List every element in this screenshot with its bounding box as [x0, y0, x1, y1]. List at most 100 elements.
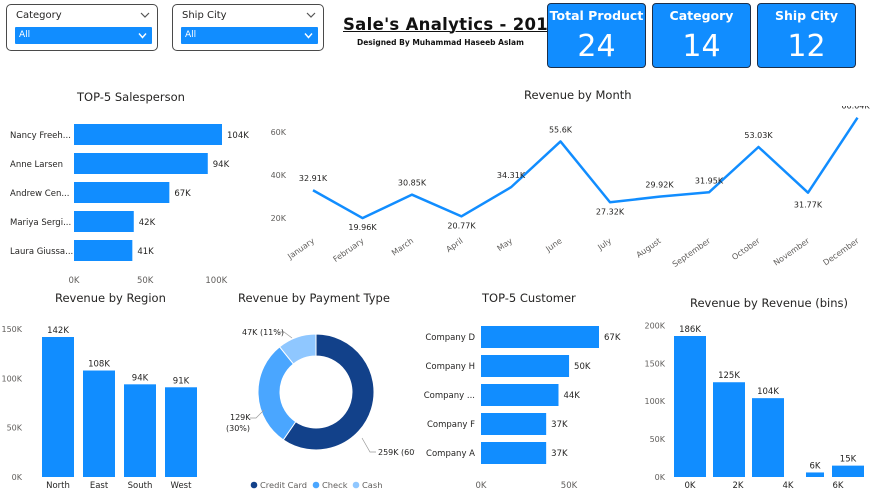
- axis-category-label: 4K: [783, 481, 794, 491]
- axis-category-label: 2K: [733, 481, 744, 491]
- axis-tick-label: 20K: [271, 214, 287, 223]
- axis-category-label: January: [285, 236, 316, 261]
- customer-chart-title: TOP-5 Customer: [482, 291, 576, 305]
- line-data-label: 55.6K: [549, 125, 573, 134]
- bar-data-label: 94K: [213, 160, 230, 170]
- donut-data-label: 129K (30%): [226, 413, 251, 433]
- bar-data-label: 67K: [174, 189, 191, 199]
- bar: [124, 384, 156, 477]
- customer-bar-chart[interactable]: Company D 67K Company H 50K Company ... 44K Co…: [415, 310, 650, 495]
- line-data-label: 31.95K: [695, 176, 724, 185]
- bar-data-label: 37K: [551, 420, 568, 430]
- axis-category-label: September: [671, 236, 713, 269]
- bar-category-label: Company ...: [424, 391, 475, 401]
- leader-line: [361, 437, 376, 453]
- payment-chart-title: Revenue by Payment Type: [238, 291, 390, 305]
- series-line: [312, 117, 859, 220]
- bins-chart-title: Revenue by Revenue (bins): [690, 296, 848, 310]
- kpi-label: Ship City: [774, 8, 839, 23]
- legend-label: Credit Card: [260, 480, 307, 490]
- axis-category-label: 0K: [685, 481, 696, 491]
- chevron-down-icon: [138, 33, 147, 39]
- bar-category-label: Andrew Cen...: [10, 189, 69, 199]
- category-slicer[interactable]: Category All: [6, 4, 158, 51]
- bar-data-label: 41K: [137, 247, 154, 257]
- bar-data-label: 104K: [227, 131, 249, 141]
- bar-data-label: 108K: [88, 360, 110, 370]
- axis-category-label: December: [822, 236, 862, 268]
- bar-category-label: Laura Giussa...: [10, 247, 73, 257]
- category-slicer-label: Category: [16, 10, 62, 21]
- payment-donut-chart[interactable]: 259K (60%) 129K(30%) 47K (11%) Credit Card C…: [210, 310, 415, 495]
- kpi-value: 12: [787, 29, 826, 64]
- bar: [713, 382, 745, 477]
- axis-category-label: June: [543, 236, 563, 254]
- axis-category-label: May: [495, 236, 514, 253]
- ship-city-slicer[interactable]: Ship City All: [172, 4, 324, 51]
- axis-tick-label: 150K: [1, 325, 22, 334]
- line-data-label: 29.92K: [645, 181, 674, 190]
- kpi-category-card[interactable]: Category 14: [652, 3, 751, 68]
- bar-data-label: 142K: [47, 326, 69, 336]
- bar-category-label: Company H: [425, 362, 475, 372]
- axis-tick-label: 40K: [271, 171, 287, 180]
- kpi-ship-city-card[interactable]: Ship City 12: [757, 3, 856, 68]
- bar-category-label: Company D: [425, 333, 475, 343]
- chevron-down-icon[interactable]: [140, 11, 150, 19]
- chevron-down-icon[interactable]: [306, 11, 316, 19]
- axis-category-label: July: [595, 236, 613, 252]
- month-chart-title: Revenue by Month: [524, 88, 632, 102]
- axis-tick-label: 50K: [7, 424, 23, 433]
- region-bar-chart[interactable]: 0K 50K 100K 150K 142K North 108K East 94K South 91…: [0, 310, 210, 495]
- bar: [806, 472, 824, 477]
- region-chart-title: Revenue by Region: [55, 291, 166, 305]
- axis-tick-label: 150K: [644, 359, 665, 368]
- bar-data-label: 44K: [563, 391, 580, 401]
- axis-tick-label: 100K: [205, 276, 227, 286]
- line-data-label: 27.32K: [596, 207, 625, 216]
- axis-category-label: East: [90, 481, 109, 491]
- axis-category-label: North: [46, 481, 70, 491]
- axis-tick-label: 200K: [644, 321, 665, 330]
- bar-data-label: 15K: [840, 455, 857, 465]
- axis-category-label: August: [635, 236, 663, 259]
- donut-slice: [257, 346, 297, 441]
- bar: [481, 355, 570, 377]
- bar-data-label: 50K: [574, 362, 591, 372]
- bar: [674, 336, 706, 477]
- donut-data-label: 47K (11%): [242, 328, 284, 337]
- line-data-label: 53.03K: [744, 131, 773, 140]
- bar-category-label: Nancy Freeh...: [10, 131, 71, 141]
- axis-category-label: March: [390, 236, 415, 257]
- bar: [165, 387, 197, 477]
- legend-marker: [352, 481, 360, 489]
- axis-category-label: April: [444, 236, 464, 254]
- bar: [481, 326, 599, 348]
- kpi-value: 14: [682, 29, 721, 64]
- axis-category-label: 6K: [833, 481, 844, 491]
- axis-tick-label: 50K: [137, 276, 154, 286]
- line-data-label: 20.77K: [447, 221, 476, 230]
- line-data-label: 34.31K: [497, 171, 526, 180]
- kpi-total-product-card[interactable]: Total Product 24: [547, 3, 646, 68]
- month-line-chart[interactable]: 20K 40K 60K 32.91K January 19.96K February 30.8…: [262, 106, 882, 276]
- ship-city-dropdown[interactable]: All: [181, 27, 318, 44]
- salesperson-bar-chart[interactable]: Nancy Freeh... 104K Anne Larsen 94K Andrew C…: [0, 112, 262, 290]
- donut-data-label: 259K (60%): [378, 448, 415, 457]
- line-data-label: 30.85K: [398, 179, 427, 188]
- bar-data-label: 37K: [551, 449, 568, 459]
- bar: [42, 337, 74, 477]
- bar-data-label: 6K: [810, 461, 821, 471]
- bar: [832, 465, 864, 477]
- axis-tick-label: 50K: [561, 481, 578, 491]
- axis-tick-label: 0K: [476, 481, 487, 491]
- kpi-value: 24: [577, 29, 616, 64]
- line-data-label: 31.77K: [794, 201, 823, 210]
- bins-bar-chart[interactable]: 0K 50K 100K 150K 200K 186K 125K 104K 6K 15K 0K 2K 4K…: [640, 310, 882, 495]
- bar: [74, 211, 134, 232]
- bar: [74, 240, 133, 261]
- line-data-label: 66.64K: [841, 106, 870, 111]
- category-dropdown[interactable]: All: [15, 27, 152, 44]
- category-dropdown-value: All: [19, 30, 31, 40]
- axis-category-label: South: [128, 481, 153, 491]
